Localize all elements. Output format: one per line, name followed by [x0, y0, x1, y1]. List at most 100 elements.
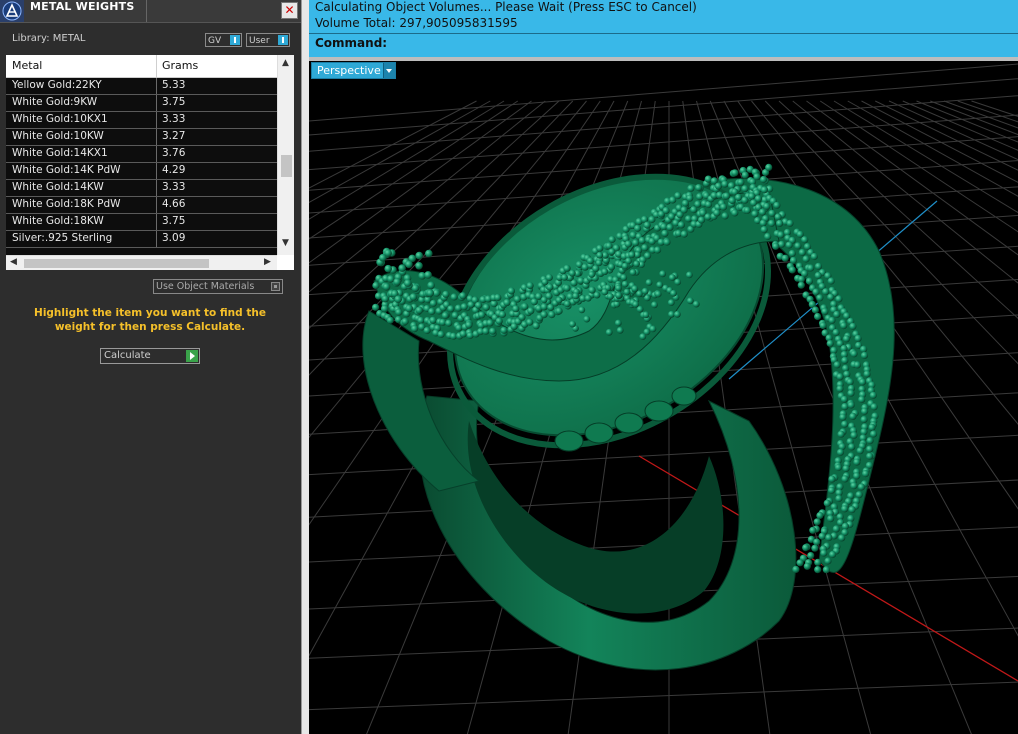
pave-bead [621, 280, 629, 288]
column-header-grams[interactable]: Grams [162, 59, 198, 72]
table-horizontal-scrollbar[interactable]: ◀ ▶ [6, 255, 277, 270]
scroll-right-icon[interactable]: ▶ [264, 257, 271, 267]
pave-bead [837, 430, 845, 438]
table-row[interactable]: White Gold:14KW 3.33 [6, 180, 277, 197]
pave-bead [512, 305, 520, 313]
table-row[interactable]: White Gold:9KW 3.75 [6, 95, 277, 112]
pave-bead [814, 271, 822, 280]
pave-bead [764, 232, 772, 241]
table-row[interactable]: White Gold:18K PdW 4.66 [6, 197, 277, 214]
pave-bead [809, 526, 817, 534]
pave-bead [482, 303, 490, 311]
pave-bead [588, 286, 596, 294]
command-label: Command: [315, 36, 388, 50]
command-divider [309, 33, 1018, 34]
scroll-thumb[interactable] [24, 259, 209, 268]
scroll-up-icon[interactable]: ▲ [282, 58, 289, 68]
calculate-button[interactable]: Calculate [100, 348, 200, 364]
pave-bead [401, 317, 409, 326]
pave-bead [794, 242, 802, 250]
table-row[interactable]: White Gold:10KX1 3.33 [6, 112, 277, 129]
pave-bead [425, 249, 433, 258]
pave-bead [834, 463, 843, 472]
pave-bead [415, 306, 424, 315]
viewport-label-tab[interactable]: Perspective [311, 62, 396, 79]
metal-cell: White Gold:14KW [12, 181, 104, 193]
cell-divider [156, 95, 157, 111]
table-row[interactable]: White Gold:14K PdW 4.29 [6, 163, 277, 180]
pave-bead [482, 327, 490, 335]
scroll-down-icon[interactable]: ▼ [282, 238, 289, 248]
pave-bead [526, 282, 534, 290]
pave-bead [816, 511, 824, 520]
pave-bead [828, 486, 836, 494]
metal-cell: White Gold:14KX1 [12, 147, 108, 159]
chevron-down-icon[interactable] [383, 63, 395, 78]
user-toggle[interactable]: User [246, 33, 290, 47]
grid-line [957, 100, 1018, 123]
pave-bead [841, 403, 849, 411]
pave-bead [832, 328, 840, 337]
pave-bead [832, 525, 840, 533]
panel-splitter[interactable] [301, 0, 309, 734]
pave-bead [857, 483, 866, 491]
pave-bead [386, 316, 394, 324]
metal-cell: White Gold:10KX1 [12, 113, 108, 125]
pave-bead [870, 430, 878, 438]
table-row[interactable]: White Gold:10KW 3.27 [6, 129, 277, 146]
pave-bead [781, 254, 789, 262]
pave-bead [623, 288, 631, 296]
pave-bead [680, 230, 688, 238]
pave-bead [583, 315, 591, 323]
gv-toggle[interactable]: GV [205, 33, 242, 47]
pave-bead [786, 219, 794, 227]
pave-bead [811, 544, 819, 552]
command-input[interactable] [387, 36, 1011, 54]
table-row[interactable]: Silver:.925 Sterling 3.09 [6, 231, 277, 248]
cell-divider [156, 129, 157, 145]
grid-line [888, 100, 1018, 161]
grams-cell: 3.76 [162, 147, 186, 159]
pave-bead [645, 279, 653, 286]
pave-bead [833, 310, 841, 318]
pave-bead [838, 534, 846, 542]
column-header-metal[interactable]: Metal [12, 59, 42, 72]
pave-bead [666, 223, 674, 231]
command-area: Calculating Object Volumes... Please Wai… [309, 0, 1018, 57]
pave-bead [841, 420, 849, 428]
table-vertical-scrollbar[interactable]: ▲ ▼ [277, 55, 294, 255]
pave-bead [632, 239, 640, 247]
pave-bead [649, 325, 657, 333]
pave-bead [601, 288, 609, 296]
pave-bead [641, 244, 649, 252]
scroll-left-icon[interactable]: ◀ [10, 257, 17, 267]
toggle-switch-icon [278, 35, 288, 45]
checkbox-icon[interactable] [271, 282, 280, 291]
pave-bead [850, 482, 858, 490]
use-object-materials-toggle[interactable]: Use Object Materials [153, 279, 283, 294]
pave-bead [563, 284, 571, 292]
close-icon[interactable]: ✕ [281, 2, 298, 19]
pave-bead [521, 302, 529, 311]
grid-line [902, 100, 1018, 151]
pave-bead [656, 281, 664, 289]
pave-bead [842, 464, 850, 473]
perspective-viewport[interactable]: Perspective [309, 61, 1018, 734]
use-object-materials-label: Use Object Materials [156, 281, 255, 292]
pave-bead [494, 293, 502, 302]
pave-bead [728, 196, 736, 205]
pave-bead [847, 389, 855, 397]
table-row[interactable]: Yellow Gold:22KY 5.33 [6, 78, 277, 95]
pave-bead [836, 373, 844, 381]
table-row[interactable]: White Gold:18KW 3.75 [6, 214, 277, 231]
pave-bead [840, 322, 848, 330]
pave-bead [763, 202, 771, 210]
pave-bead [460, 303, 468, 311]
table-row[interactable]: White Gold:14KX1 3.76 [6, 146, 277, 163]
scroll-thumb[interactable] [281, 155, 292, 177]
pave-bead [527, 307, 535, 315]
ring-model-scene[interactable] [309, 61, 1018, 734]
status-message: Calculating Object Volumes... Please Wai… [315, 0, 697, 14]
pave-bead [569, 320, 576, 328]
table-row-partial[interactable] [6, 248, 277, 255]
